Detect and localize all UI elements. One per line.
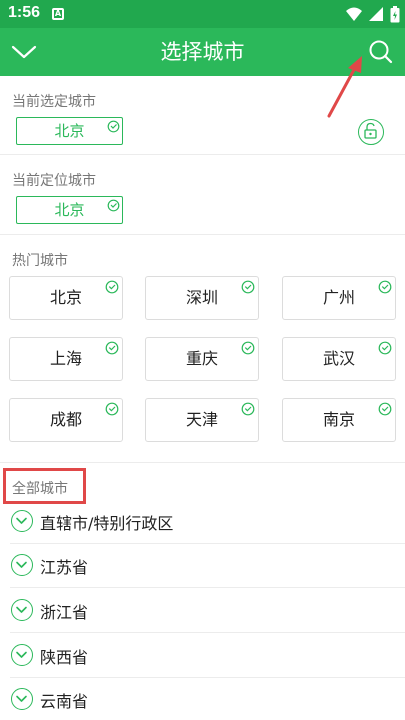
hot-city-name: 武汉: [322, 349, 355, 368]
hot-city-name: 北京: [49, 288, 82, 307]
all-cities-label: 全部城市: [12, 481, 68, 497]
province-name: 江苏省: [40, 558, 89, 577]
province-row[interactable]: 浙江省: [0, 589, 405, 633]
hot-city-guangzhou[interactable]: 广州: [282, 276, 396, 320]
current-selected-label: 当前选定城市: [12, 94, 96, 110]
current-located-label: 当前定位城市: [12, 173, 96, 189]
collapse-chevron-down-icon[interactable]: [10, 38, 38, 66]
unlock-button[interactable]: [358, 119, 384, 145]
clock-icon: [241, 341, 255, 355]
province-row[interactable]: 云南省: [0, 678, 405, 720]
hot-city-name: 上海: [49, 349, 82, 368]
province-name: 陕西省: [40, 648, 89, 667]
hot-city-name: 广州: [322, 288, 355, 307]
province-name: 云南省: [40, 692, 89, 711]
annotation-arrow-icon: [327, 56, 362, 118]
province-name: 浙江省: [40, 603, 89, 622]
current-selected-city[interactable]: 北京: [16, 117, 123, 145]
province-row[interactable]: 江苏省: [0, 544, 405, 588]
hot-city-name: 重庆: [185, 349, 218, 368]
hot-city-nanjing[interactable]: 南京: [282, 398, 396, 442]
battery-icon: [390, 6, 400, 23]
hot-city-tianjin[interactable]: 天津: [145, 398, 259, 442]
hot-city-shanghai[interactable]: 上海: [9, 337, 123, 381]
hot-city-name: 天津: [185, 410, 218, 429]
hot-city-beijing[interactable]: 北京: [9, 276, 123, 320]
clock-icon: [105, 280, 119, 294]
clock-icon: [378, 341, 392, 355]
notification-a-icon: A: [52, 8, 64, 20]
status-time: 1:56: [8, 4, 41, 21]
province-name: 直辖市/特别行政区: [40, 514, 174, 533]
clock-icon: [378, 402, 392, 416]
divider: [10, 632, 405, 633]
search-icon[interactable]: [366, 38, 394, 66]
expand-chevron-icon: [11, 510, 33, 532]
hot-city-chongqing[interactable]: 重庆: [145, 337, 259, 381]
clock-icon: [105, 341, 119, 355]
unlock-icon: [364, 122, 377, 139]
wifi-icon: [346, 7, 362, 21]
clock-icon: [241, 402, 255, 416]
hot-city-chengdu[interactable]: 成都: [9, 398, 123, 442]
hot-city-name: 成都: [49, 410, 82, 429]
clock-icon: [378, 280, 392, 294]
expand-chevron-icon: [11, 554, 33, 576]
current-located-city-name: 北京: [54, 201, 85, 219]
current-located-city[interactable]: 北京: [16, 196, 123, 224]
signal-icon: [369, 7, 383, 21]
status-bar: 1:56 A: [0, 0, 405, 28]
province-row[interactable]: 陕西省: [0, 634, 405, 678]
expand-chevron-icon: [11, 688, 33, 710]
clock-icon: [107, 199, 120, 212]
hot-cities-label: 热门城市: [12, 253, 68, 269]
hot-city-name: 南京: [322, 410, 355, 429]
province-row[interactable]: 直辖市/特别行政区: [0, 500, 405, 544]
clock-icon: [107, 120, 120, 133]
divider: [0, 234, 405, 235]
expand-chevron-icon: [11, 644, 33, 666]
clock-icon: [105, 402, 119, 416]
clock-icon: [241, 280, 255, 294]
current-selected-city-name: 北京: [54, 122, 85, 140]
hot-city-wuhan[interactable]: 武汉: [282, 337, 396, 381]
divider: [0, 154, 405, 155]
expand-chevron-icon: [11, 599, 33, 621]
hot-city-name: 深圳: [185, 288, 218, 307]
divider: [10, 587, 405, 588]
hot-city-shenzhen[interactable]: 深圳: [145, 276, 259, 320]
divider: [0, 462, 405, 463]
